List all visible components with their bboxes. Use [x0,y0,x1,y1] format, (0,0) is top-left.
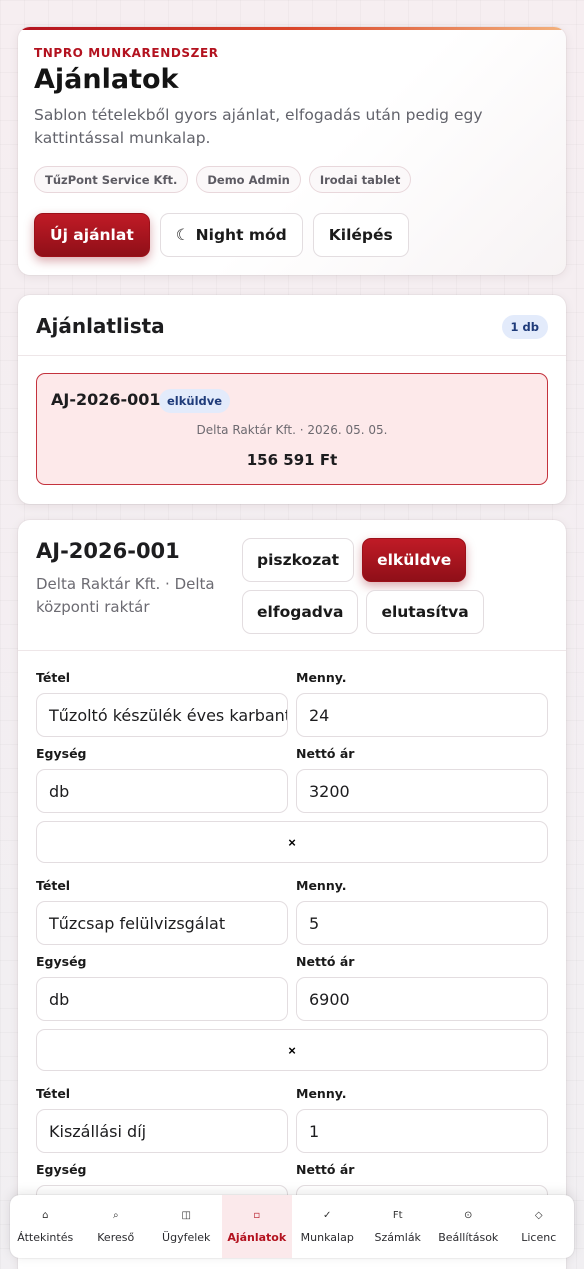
header-actions: Új ajánlat ☾ Night mód Kilépés [34,213,409,257]
nav-label: Beállítások [438,1230,499,1244]
nav-item-worksheet[interactable]: ✓ Munkalap [292,1195,363,1258]
unit-label: Egység [36,1162,87,1177]
unit-field[interactable]: db [36,769,288,813]
status-badge: elküldve [159,389,231,413]
unit-field[interactable]: db [36,977,288,1021]
net-price-label: Nettó ár [296,954,355,969]
net-price-value: 6900 [309,989,350,1009]
offers-icon: ▫ [253,1209,261,1221]
night-mode-button[interactable]: ☾ Night mód [159,213,303,257]
new-offer-button[interactable]: Új ajánlat [34,213,150,257]
company-chip: TűzPont Service Kft. [34,166,189,193]
item-name-value: Tűzcsap felülvizsgálat [49,913,226,933]
qty-field[interactable]: 5 [296,901,548,945]
nav-item-overview[interactable]: ⌂ Áttekintés [10,1195,81,1258]
item-name-value: Tűzoltó készülék éves karbantartás [49,705,287,725]
detail-offer-code: AJ-2026-001 [36,539,180,563]
status-rejected-button[interactable]: elutasítva [366,590,484,634]
detail-subtitle: Delta Raktár Kft. · Delta központi raktá… [36,575,215,616]
line-item: Tétel Menny. Tűzcsap felülvizsgálat 5 Eg… [36,878,548,1086]
nav-item-clients[interactable]: ◫ Ügyfelek [151,1195,222,1258]
remove-item-button[interactable]: × [36,821,548,863]
night-mode-label: Night mód [195,226,287,244]
license-icon: ◇ [534,1209,543,1221]
line-item: Tétel Menny. Tűzoltó készülék éves karba… [36,670,548,878]
divider [18,650,566,651]
item-label: Tétel [36,670,71,685]
unit-label: Egység [36,746,87,761]
offer-list-title: Ajánlatlista [36,314,165,338]
offer-list-header: Ajánlatlista 1 db [18,295,566,356]
nav-item-search[interactable]: ⌕ Kereső [81,1195,152,1258]
offer-meta: Delta Raktár Kft. · 2026. 05. 05. [196,423,388,437]
nav-item-offers[interactable]: ▫ Ajánlatok [221,1195,292,1258]
logout-button[interactable]: Kilépés [312,213,409,257]
moon-icon: ☾ [175,226,190,244]
nav-item-license[interactable]: ◇ Licenc [504,1195,575,1258]
qty-field[interactable]: 1 [296,1109,548,1153]
line-items: Tétel Menny. Tűzoltó készülék éves karba… [36,670,548,1269]
nav-label: Áttekintés [17,1230,74,1244]
nav-label: Számlák [374,1230,421,1244]
net-price-field[interactable]: 3200 [296,769,548,813]
unit-value: db [49,989,70,1009]
item-name-value: Kiszállási díj [49,1121,147,1141]
qty-label: Menny. [296,1086,347,1101]
net-price-label: Nettó ár [296,746,355,761]
net-price-label: Nettó ár [296,1162,355,1177]
app-eyebrow: TNPRO MUNKARENDSZER [34,46,219,60]
qty-value: 24 [309,705,330,725]
nav-label: Licenc [521,1230,557,1244]
nav-label: Ajánlatok [227,1230,287,1244]
remove-item-button[interactable]: × [36,1029,548,1071]
offer-code: AJ-2026-001 [51,390,161,409]
qty-label: Menny. [296,878,347,893]
accent-bar [18,27,566,30]
qty-field[interactable]: 24 [296,693,548,737]
offer-count-badge: 1 db [501,315,548,339]
bottom-nav: ⌂ Áttekintés ⌕ Kereső ◫ Ügyfelek ▫ Ajánl… [10,1195,574,1258]
qty-value: 1 [309,1121,320,1141]
nav-label: Munkalap [300,1230,354,1244]
nav-item-invoices[interactable]: Ft Számlák [363,1195,434,1258]
status-sent-button[interactable]: elküldve [362,538,467,582]
nav-label: Ügyfelek [162,1230,211,1244]
item-label: Tétel [36,1086,71,1101]
offer-list-item[interactable]: AJ-2026-001 elküldve Delta Raktár Kft. ·… [36,373,548,485]
unit-label: Egység [36,954,87,969]
nav-label: Kereső [97,1230,135,1244]
qty-label: Menny. [296,670,347,685]
item-name-field[interactable]: Kiszállási díj [36,1109,288,1153]
item-label: Tétel [36,878,71,893]
clients-icon: ◫ [181,1209,191,1221]
status-accepted-button[interactable]: elfogadva [242,590,359,634]
home-icon: ⌂ [42,1209,49,1221]
nav-item-settings[interactable]: ⊙ Beállítások [433,1195,504,1258]
unit-value: db [49,781,70,801]
offer-detail-card: AJ-2026-001 Delta Raktár Kft. · Delta kö… [18,520,566,1269]
offer-list-card: Ajánlatlista 1 db AJ-2026-001 elküldve D… [18,295,566,504]
context-chips: TűzPont Service Kft. Demo Admin Irodai t… [34,166,412,193]
page-title: Ajánlatok [34,64,179,95]
offer-total: 156 591 Ft [246,451,338,469]
page-subtitle: Sablon tételekből gyors ajánlat, elfogad… [34,106,483,147]
net-price-value: 3200 [309,781,350,801]
check-icon: ✓ [323,1209,332,1221]
header-card: TNPRO MUNKARENDSZER Ajánlatok Sablon tét… [18,27,566,275]
status-selector: piszkozat elküldve elfogadva elutasítva [242,538,542,634]
status-draft-button[interactable]: piszkozat [242,538,355,582]
item-name-field[interactable]: Tűzoltó készülék éves karbantartás [36,693,288,737]
search-icon: ⌕ [112,1209,119,1221]
device-chip: Irodai tablet [308,166,412,193]
settings-icon: ⊙ [464,1209,473,1221]
item-name-field[interactable]: Tűzcsap felülvizsgálat [36,901,288,945]
net-price-field[interactable]: 6900 [296,977,548,1021]
currency-icon: Ft [392,1209,403,1221]
user-chip: Demo Admin [196,166,301,193]
qty-value: 5 [309,913,320,933]
